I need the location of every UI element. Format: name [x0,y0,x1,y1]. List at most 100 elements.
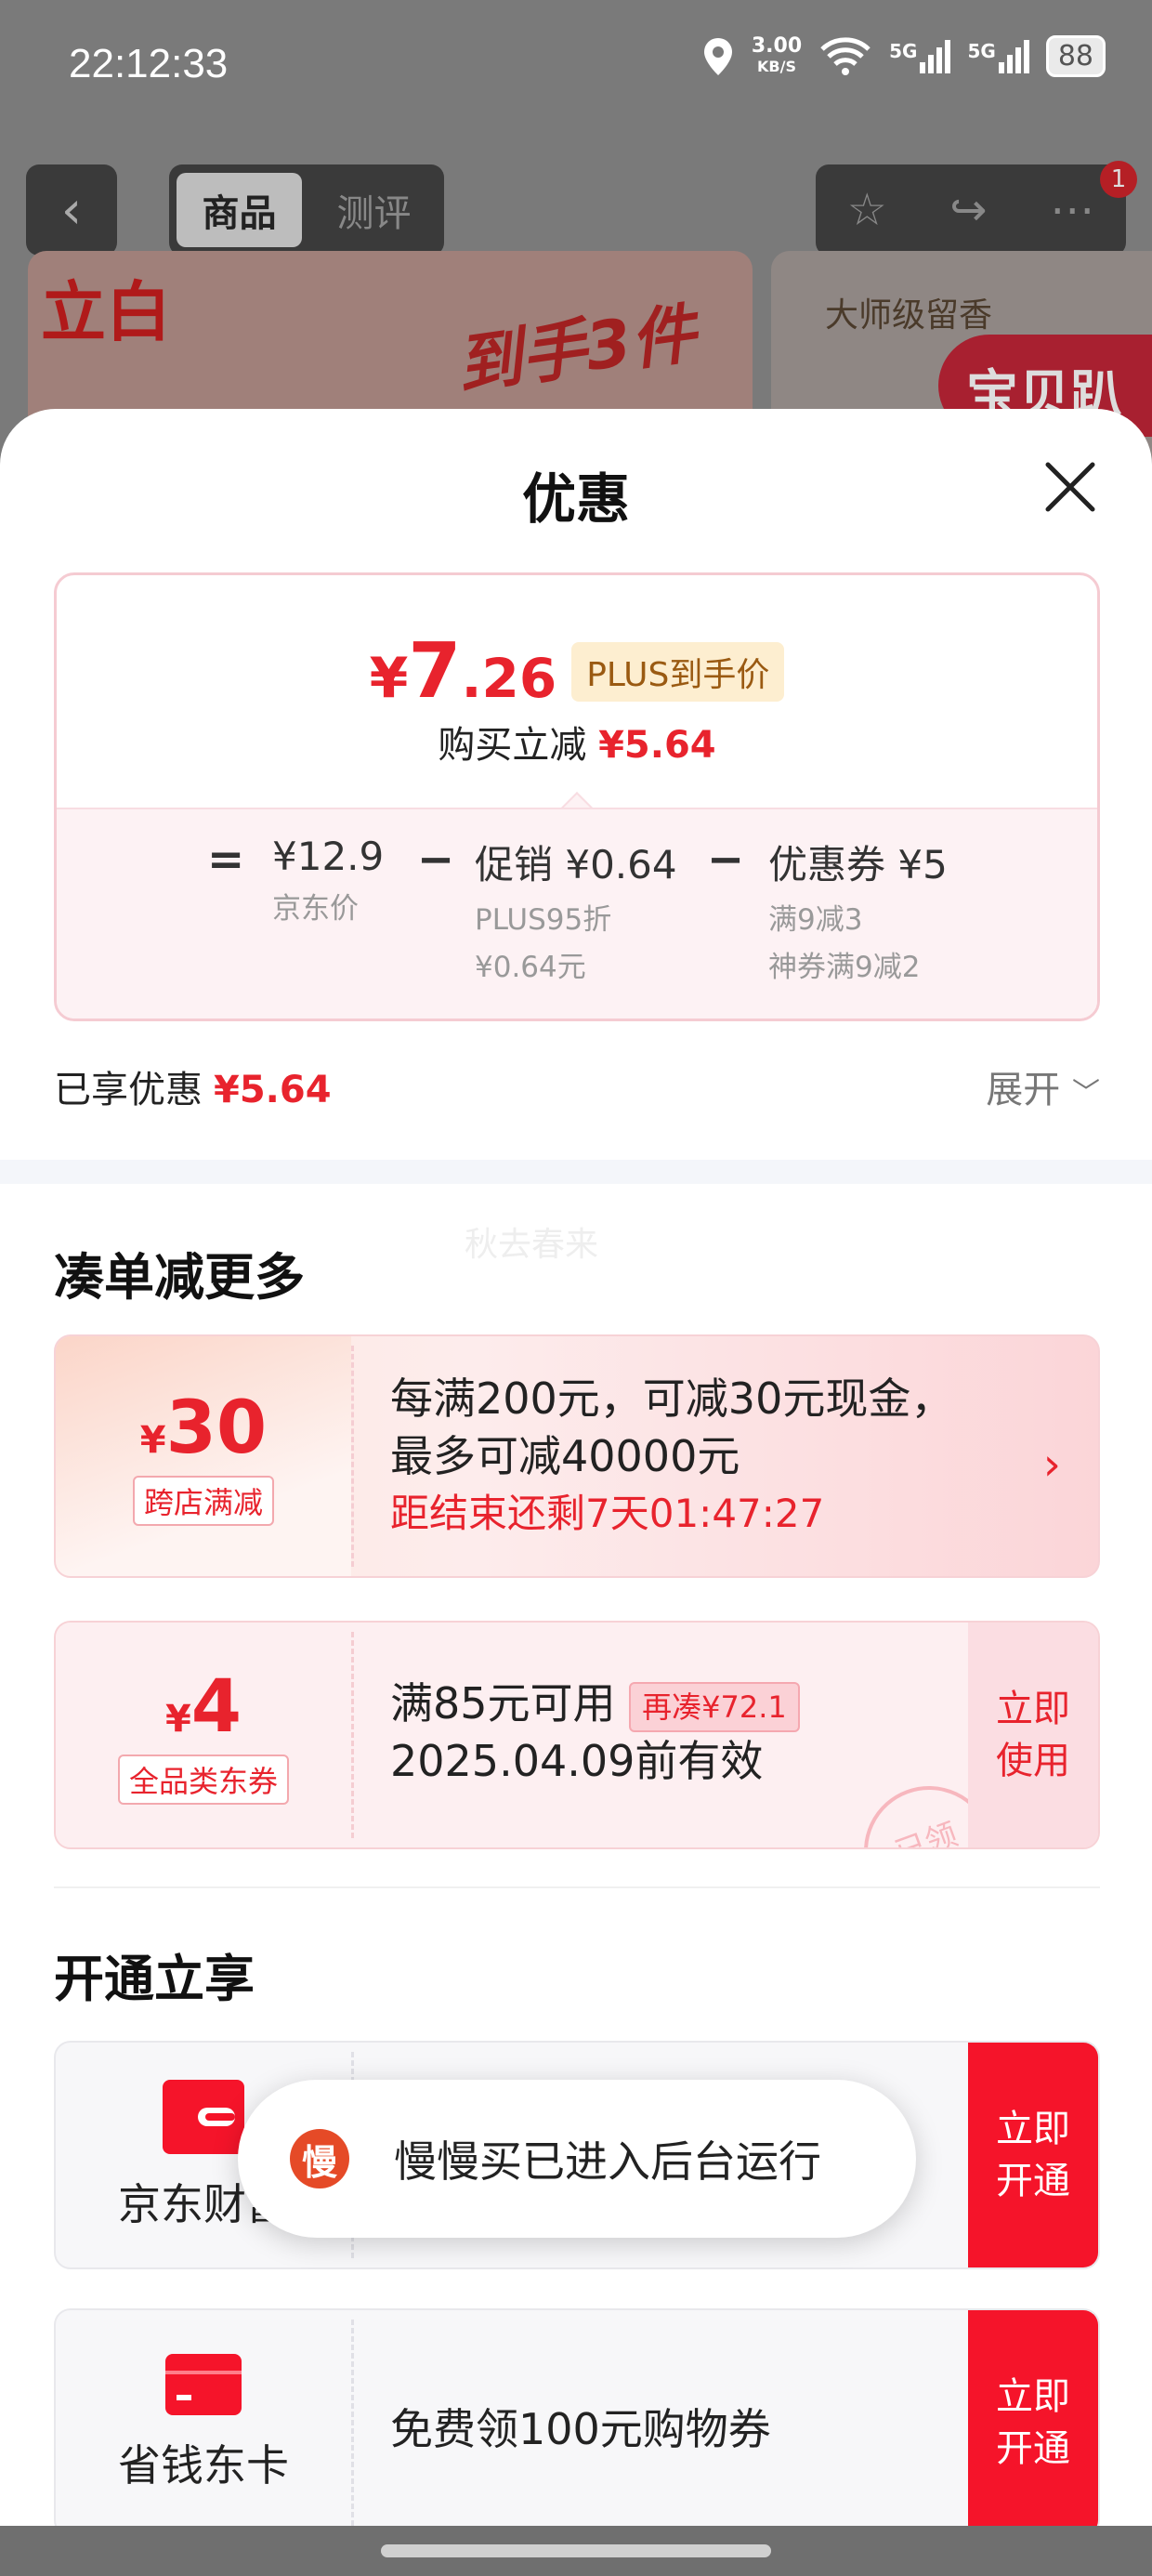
add-more-tag: 再凑¥72.1 [629,1681,800,1732]
net-speed-unit: KB/S [757,57,796,75]
jd-price: ¥12.9 京东价 [272,834,384,927]
price-int: 7 [408,627,462,716]
coupon-type-tag: 跨店满减 [132,1476,274,1526]
plus-price-tag: PLUS到手价 [571,641,785,702]
coupon-divider [351,1632,354,1838]
home-indicator[interactable] [381,2544,771,2557]
tab-review[interactable]: 测评 [311,173,437,247]
app-icon: 慢 [290,2129,349,2188]
expand-button[interactable]: 展开 ﹀ [986,1059,1100,1113]
promo-line1: PLUS95折 [475,903,612,937]
coupon-expiry: 2025.04.09前有效 [390,1736,764,1786]
promo-line2: ¥0.64元 [475,951,586,984]
category-coupon: ¥4 全品类东券 满85元可用 再凑¥72.1 2025.04.09前有效 已领… [54,1621,1100,1849]
close-icon[interactable] [1042,459,1098,515]
coupon-type-tag: 全品类东券 [117,1755,289,1805]
enjoyed-amount: ¥5.64 [214,1069,332,1111]
cross-store-coupon[interactable]: ¥30 跨店满减 每满200元，可减30元现金， 最多可减40000元 距结束还… [54,1334,1100,1578]
coupon-value: 4 [190,1665,242,1749]
coupon-rule-line1: 满85元可用 [390,1678,616,1728]
sheet-title: 优惠 [521,467,630,531]
coupon-yen: ¥ [164,1698,191,1741]
chevron-down-icon: ﹀ [1072,1077,1100,1110]
coupon-rule-line1: 每满200元，可减30元现金， [390,1373,954,1424]
net-speed-value: 3.00 [751,33,803,58]
savings-card: 省钱东卡 免费领100元购物券 立即开通 [54,2308,1100,2537]
thin-divider [54,1886,1100,1888]
card-benefit: 免费领100元购物券 [390,2404,771,2454]
banner-promo: 到手3件 [452,295,700,404]
signal-label: 5G [889,39,918,62]
section-title-more-savings: 凑单减更多 [54,1248,305,1307]
equals-sign: = [207,834,245,886]
location-icon [703,37,732,75]
notification-badge: 1 [1100,161,1137,198]
price-card: ¥7.26 PLUS到手价 购买立减 ¥5.64 = ¥12.9 京东价 − 促… [54,572,1100,1021]
price-summary: ¥7.26 PLUS到手价 购买立减 ¥5.64 [57,575,1097,808]
signal-5g-2: 5G [967,39,1029,73]
coupon-divider [351,1346,354,1567]
price-breakdown: = ¥12.9 京东价 − 促销 ¥0.64 PLUS95折 ¥0.64元 − … [57,808,1097,1019]
screen: 22:12:33 3.00 KB/S 5G 5G 88 ‹ 商品 测评 ☆ ↪ … [0,0,1152,2576]
share-icon[interactable]: ↪ [949,184,987,236]
coupon-yen: ¥ [139,1419,166,1462]
star-icon[interactable]: ☆ [847,184,887,236]
save-label: 购买立减 [438,724,587,767]
use-now-button[interactable]: 立即使用 [968,1623,1098,1847]
chevron-left-icon: ‹ [60,179,83,241]
background-toast: 慢 慢慢买已进入后台运行 [238,2080,916,2238]
battery-indicator: 88 [1045,35,1106,77]
coupon-value: 30 [165,1387,268,1470]
coupon-details: 满85元可用 再凑¥72.1 2025.04.09前有效 [390,1675,800,1790]
coupon-rule-line2: 最多可减40000元 [390,1431,740,1481]
price-dec: .26 [461,647,557,710]
signal-label: 5G [967,39,996,62]
coupon-title: 优惠券 ¥5 [768,842,948,887]
tab-product[interactable]: 商品 [177,173,302,247]
coupon-line2: 神券满9减2 [768,951,921,984]
card-divider [351,2320,354,2526]
coupon-amount-block: ¥4 全品类东券 [56,1623,351,1847]
coupon-amount: ¥4 [165,1665,242,1749]
status-bar: 22:12:33 3.00 KB/S 5G 5G 88 [0,0,1152,139]
open-now-button[interactable]: 立即开通 [968,2310,1098,2535]
coupon-discount: 优惠券 ¥5 满9减3 神券满9减2 [768,834,948,985]
signal-bars-icon [998,39,1029,73]
toast-message: 慢慢买已进入后台运行 [394,2136,821,2187]
promo-title: 促销 ¥0.64 [475,842,677,887]
product-top-bar: ‹ 商品 测评 ☆ ↪ ⋯ 1 [0,161,1152,256]
final-price: ¥7.26 [370,627,557,716]
jd-price-value: ¥12.9 [272,834,385,879]
section-title-membership: 开通立享 [54,1950,255,2008]
more-icon[interactable]: ⋯ [1050,184,1094,236]
save-line: 购买立减 ¥5.64 [57,715,1097,769]
card-name: 省钱东卡 [118,2440,289,2491]
minus-sign: − [707,834,745,886]
signal-bars-icon [920,39,951,73]
jd-finance-icon [163,2080,244,2154]
coupon-details: 每满200元，可减30元现金， 最多可减40000元 距结束还剩7天01:47:… [390,1370,953,1543]
watermark: 秋去春来 [465,1226,599,1264]
banner-right-text: 大师级留香 [825,296,993,335]
product-tabs: 商品 测评 [169,164,444,256]
savings-card-icon [165,2354,242,2415]
expand-label: 展开 [986,1069,1061,1111]
chevron-right-icon: › [1042,1439,1061,1491]
section-divider [0,1160,1152,1184]
signal-5g-1: 5G [889,39,951,73]
top-tools: ☆ ↪ ⋯ [816,164,1126,256]
save-amount: ¥5.64 [598,724,716,767]
clock: 22:12:33 [69,41,229,86]
final-price-row: ¥7.26 PLUS到手价 [57,627,1097,716]
coupon-rule-row: 满85元可用 再凑¥72.1 [390,1675,800,1732]
back-button[interactable]: ‹ [26,164,117,256]
status-icons: 3.00 KB/S 5G 5G 88 [701,35,1106,77]
coupon-amount-block: ¥30 跨店满减 [56,1336,351,1576]
minus-sign: − [417,834,455,886]
coupon-amount: ¥30 [140,1387,267,1470]
enjoyed-label: 已享优惠 [54,1069,203,1111]
coupon-line1: 满9减3 [768,903,863,937]
open-now-button[interactable]: 立即开通 [968,2043,1098,2267]
price-yen: ¥ [369,646,409,711]
coupon-countdown: 距结束还剩7天01:47:27 [390,1491,825,1536]
